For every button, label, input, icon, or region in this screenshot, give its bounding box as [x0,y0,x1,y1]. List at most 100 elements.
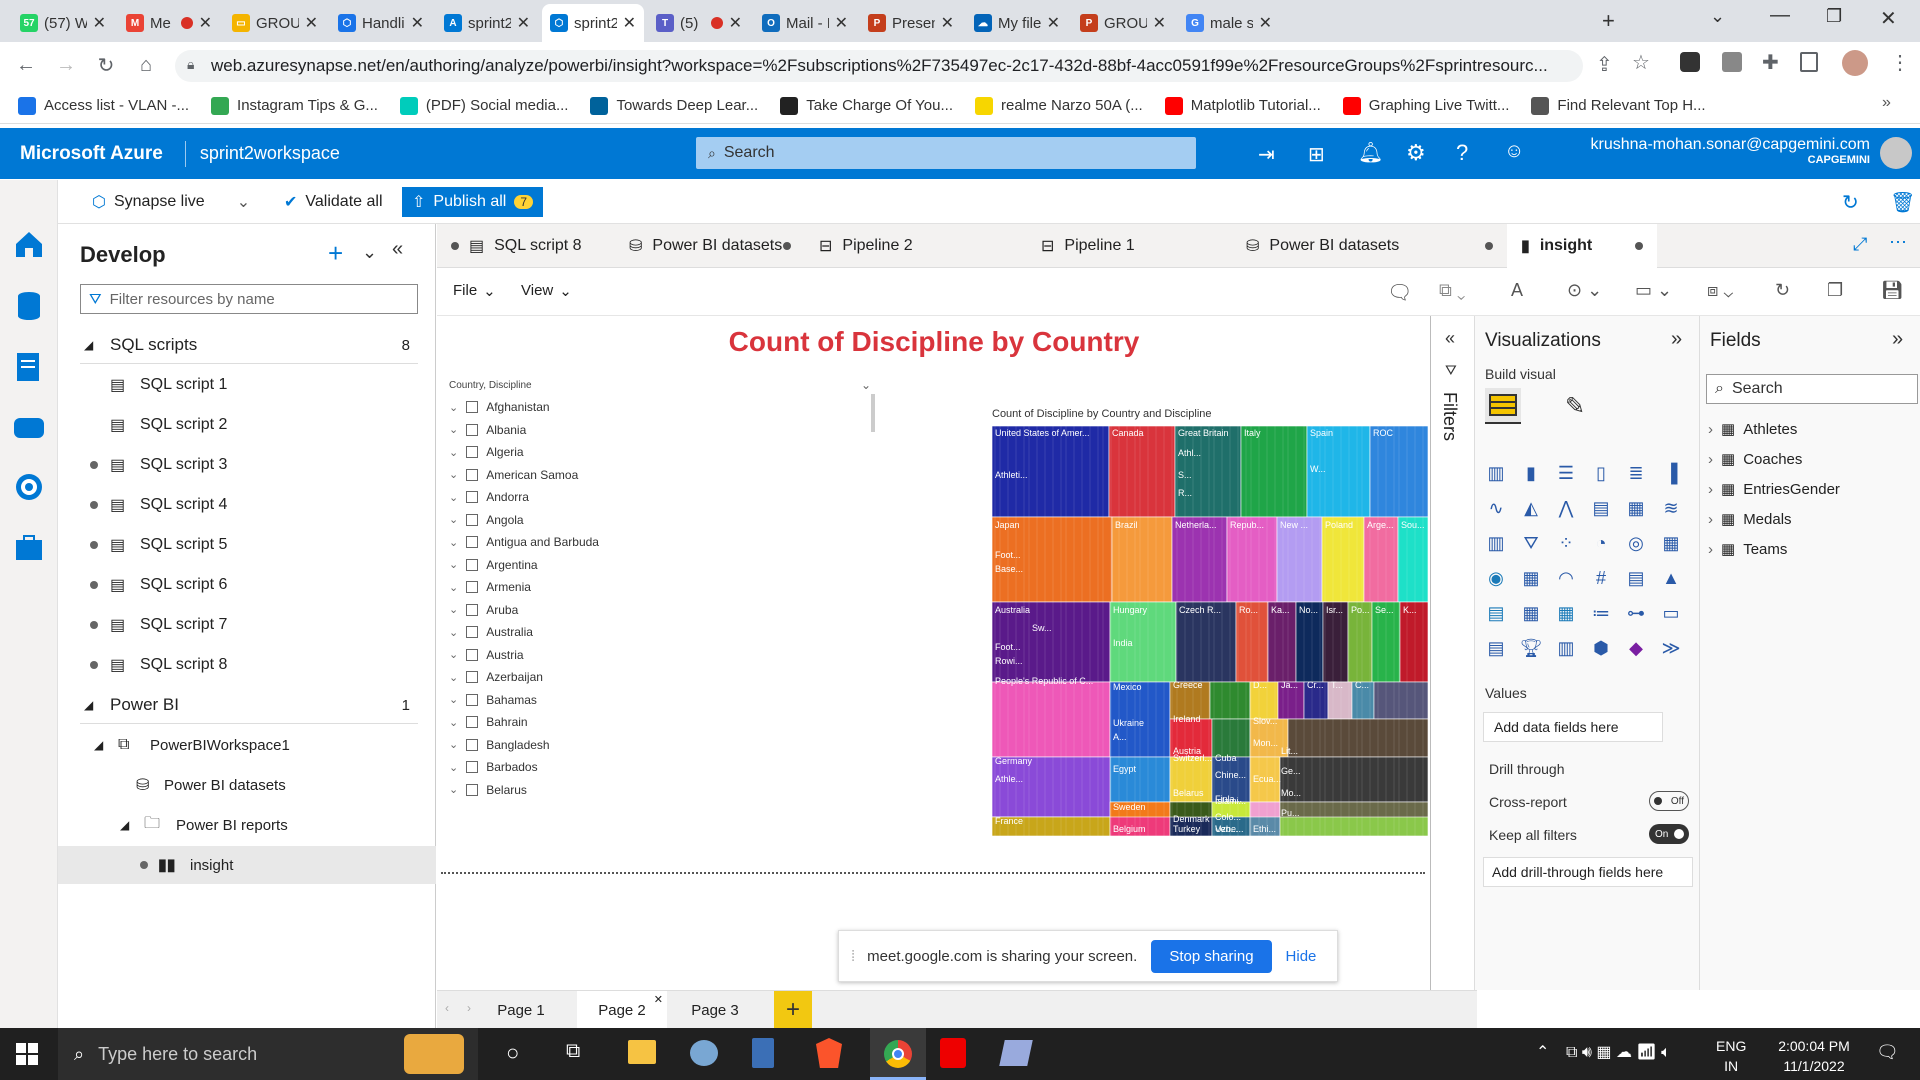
chevron-down-icon[interactable]: ⌄ [449,738,458,751]
add-data-fields-well[interactable]: Add data fields here [1483,712,1663,742]
sql-script-item[interactable]: ▤ SQL script 1 [58,366,436,404]
reload-icon[interactable]: ↻ [86,53,126,78]
visual-type-icon[interactable]: ▭ [1658,600,1684,626]
visual-type-icon[interactable]: ◔ [1588,530,1614,556]
browser-menu-icon[interactable]: ⋮ [1890,50,1910,75]
app-icon-2[interactable] [999,1040,1033,1066]
chevron-down-icon[interactable]: ⌄ [449,603,458,616]
taskbar-search-box[interactable]: ⌕ Type here to search [58,1028,478,1080]
browser-tab[interactable]: Asprint2 ✕ [436,4,538,42]
chevron-right-icon[interactable]: › [1708,511,1713,528]
visual-type-icon[interactable]: ▮ [1518,460,1544,486]
extension-icon[interactable] [1680,52,1700,72]
close-tab-icon[interactable]: ✕ [1259,13,1272,33]
gear-icon[interactable]: ⚙ [1406,140,1426,166]
powerbi-workspace-node[interactable]: ◢ ⧉ PowerBIWorkspace1 [58,726,436,764]
visual-type-icon[interactable]: ▦ [1553,600,1579,626]
bookmark-item[interactable]: Access list - VLAN -... [18,96,189,115]
buttons-icon[interactable]: ▭ ⌄ [1635,280,1672,301]
minimize-button[interactable]: — [1770,4,1790,27]
app-icon[interactable] [690,1040,718,1066]
close-tab-icon[interactable]: ✕ [517,13,530,33]
chevron-down-icon[interactable]: ⌄ [449,401,458,414]
collapse-caret-icon[interactable]: ◢ [84,338,93,352]
chevron-right-icon[interactable]: › [1708,421,1713,438]
visual-type-icon[interactable]: ▲ [1658,565,1684,591]
slicer-item[interactable]: ⌄ Andorra [449,486,529,508]
monitor-hub-icon[interactable] [14,472,44,502]
sql-script-item[interactable]: ▤ SQL script 2 [58,406,436,444]
chevron-right-icon[interactable]: › [1708,481,1713,498]
slicer-checkbox[interactable] [466,423,479,436]
side-panel-icon[interactable] [1800,52,1818,72]
keep-filters-toggle[interactable]: On [1649,824,1689,844]
drag-handle-icon[interactable]: ⁞ [851,948,855,965]
slicer-checkbox[interactable] [466,693,479,706]
visual-type-icon[interactable]: ▦ [1658,530,1684,556]
user-account[interactable]: krushna-mohan.sonar@capgemini.com CAPGEM… [1566,136,1870,166]
visual-type-icon[interactable]: ▤ [1588,495,1614,521]
comment-icon[interactable]: 🗨︎ [1387,280,1412,305]
document-tab[interactable]: ⊟ Pipeline 1 [1027,224,1232,268]
collapse-all-icon[interactable]: ⌄ [362,242,377,263]
refresh-icon[interactable]: ↻ [1842,190,1859,215]
sql-scripts-section[interactable]: ◢ SQL scripts 8 [58,326,436,364]
collapse-caret-icon[interactable]: ◢ [84,698,93,712]
field-table-item[interactable]: › ▦ Medals [1708,510,1792,529]
slicer-checkbox[interactable] [466,783,479,796]
slicer-item[interactable]: ⌄ Belarus [449,779,527,801]
slicer-checkbox[interactable] [466,603,479,616]
help-icon[interactable]: ? [1456,140,1468,166]
slicer-item[interactable]: ⌄ Albania [449,419,526,441]
slicer-item[interactable]: ⌄ Bahamas [449,689,537,711]
browser-tab[interactable]: T (5) ✕ [648,4,750,42]
share-icon[interactable]: ⇪ [1596,52,1613,77]
slicer-checkbox[interactable] [466,536,479,548]
sql-script-item[interactable]: ▤ SQL script 6 [58,566,436,604]
puzzle-icon[interactable]: ✚ [1762,50,1779,75]
treemap-tile[interactable] [992,681,1111,758]
bookmark-item[interactable]: Towards Deep Lear... [590,96,758,115]
slicer-checkbox[interactable] [466,626,479,638]
browser-tab[interactable]: 57 (57) Wh ✕ [12,4,114,42]
stop-sharing-button[interactable]: Stop sharing [1151,939,1272,973]
visual-type-icon[interactable]: ⬢ [1588,635,1614,661]
windows-start-icon[interactable] [16,1043,38,1065]
visual-type-icon[interactable]: ≔ [1588,600,1614,626]
collapse-caret-icon[interactable]: ◢ [120,818,129,832]
maximize-button[interactable]: ❐ [1826,6,1842,27]
chevron-down-icon[interactable]: ⌄ [449,783,458,796]
slicer-item[interactable]: ⌄ Angola [449,509,524,531]
close-tab-icon[interactable]: ✕ [411,13,424,33]
powerbi-datasets-node[interactable]: ⛁ Power BI datasets [58,766,436,804]
hide-share-button[interactable]: Hide [1286,948,1317,965]
chrome-taskbar-button[interactable] [870,1028,926,1080]
slicer-item[interactable]: ⌄ Argentina [449,554,538,576]
field-table-item[interactable]: › ▦ EntriesGender [1708,480,1840,499]
slicer-checkbox[interactable] [466,491,479,503]
bookmark-item[interactable]: (PDF) Social media... [399,96,568,115]
clock[interactable]: 2:00:04 PM 11/1/2022 [1764,1036,1864,1076]
slicer-item[interactable]: ⌄ American Samoa [449,464,578,486]
save-icon[interactable]: 💾︎ [1881,280,1904,301]
visual-type-icon[interactable]: ≣ [1623,460,1649,486]
chevron-down-icon[interactable]: ⌄ [449,716,458,729]
slicer-item[interactable]: ⌄ Antigua and Barbuda [449,531,599,553]
bookmark-item[interactable]: Take Charge Of You... [780,96,953,115]
visual-type-icon[interactable]: ◠ [1553,565,1579,591]
collapse-filters-icon[interactable]: « [1445,328,1455,349]
sql-script-item[interactable]: ▤ SQL script 7 [58,606,436,644]
add-resource-icon[interactable]: + [328,238,343,269]
slicer-checkbox[interactable] [466,738,479,751]
cross-report-toggle[interactable]: Off [1649,791,1689,811]
browser-tab[interactable]: ⬡ sprint2 ✕ [542,4,644,42]
slicer-item[interactable]: ⌄ Algeria [449,441,524,463]
filters-pane[interactable]: « ⛛ Filters [1430,316,1474,990]
cortana-icon[interactable]: ○ [506,1040,519,1066]
slicer-item[interactable]: ⌄ Azerbaijan [449,666,543,688]
directory-icon[interactable]: ⊞ [1308,142,1325,167]
bookmark-item[interactable]: Matplotlib Tutorial... [1164,96,1321,115]
workspace-name[interactable]: sprint2workspace [200,143,340,164]
visual-type-icon[interactable]: ∿ [1483,495,1509,521]
visual-type-icon[interactable]: ▤ [1483,635,1509,661]
